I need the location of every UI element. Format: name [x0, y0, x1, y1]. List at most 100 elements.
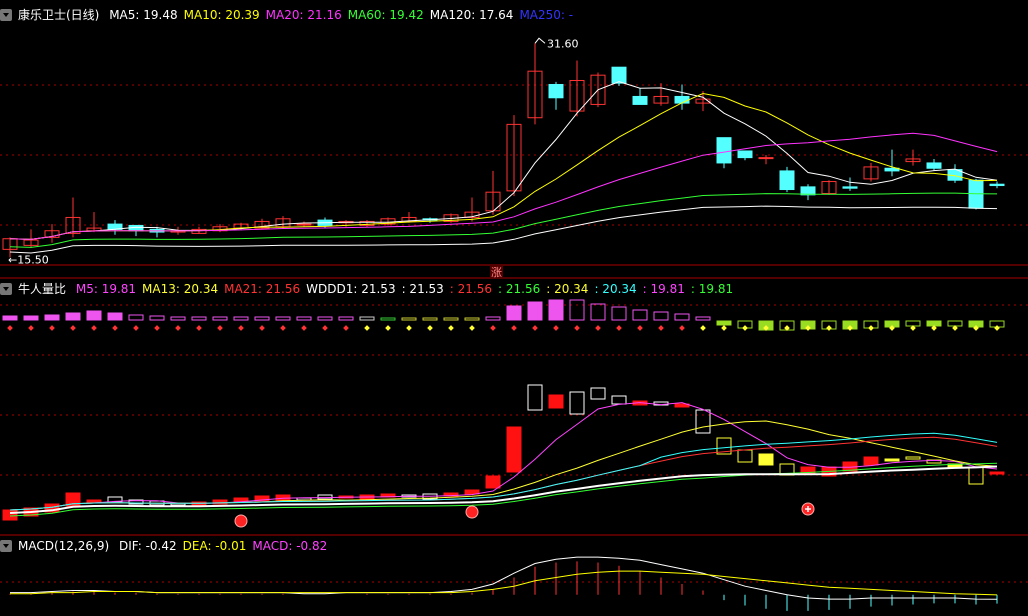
- strip-dot: [826, 325, 832, 331]
- macd_legend-item: DIF: -0.42: [118, 539, 177, 553]
- strip-dot: [721, 325, 727, 331]
- indicator-candle: [485, 475, 501, 489]
- strip-dot: [133, 325, 139, 331]
- price-candle: [758, 157, 774, 160]
- price-candle: [632, 95, 648, 105]
- strip-dot: [469, 325, 475, 331]
- high-marker: [534, 37, 546, 44]
- strip-bar-fill: [87, 311, 101, 320]
- indicator-candle: [275, 494, 291, 501]
- strip-dot: [742, 325, 748, 331]
- macd-legend: MACD(12,26,9) DIF: -0.42 DEA: -0.01 MACD: …: [0, 537, 339, 555]
- macd-name: MACD(12,26,9): [18, 539, 110, 553]
- vol_legend-item: : 21.53: [401, 282, 444, 296]
- strip-bar: [401, 317, 417, 321]
- indicator-candle: [506, 426, 522, 473]
- price-candle: [611, 66, 627, 84]
- strip-dot: [91, 325, 97, 331]
- cyan-line: [9, 432, 998, 511]
- strip-dot: [196, 325, 202, 331]
- strip-bar-fill: [3, 316, 17, 320]
- strip-bar: [317, 316, 333, 321]
- strip-dot: [490, 325, 496, 331]
- strip-bar-fill: [45, 315, 59, 320]
- strip-dot: [7, 325, 13, 331]
- strip-bar: [590, 303, 606, 321]
- macd_legend-item: MACD: -0.82: [252, 539, 328, 553]
- price-candle: [296, 223, 312, 226]
- vol_legend-item: : 20.34: [594, 282, 637, 296]
- price-candle: [989, 183, 1005, 187]
- strip-bar: [653, 311, 669, 321]
- strip-bar: [338, 316, 354, 321]
- strip-dot: [49, 325, 55, 331]
- strip-dot: [868, 325, 874, 331]
- vol_legend-item: : 21.56: [498, 282, 541, 296]
- strip-dot: [574, 325, 580, 331]
- vol_legend-item: M5: 19.81: [75, 282, 137, 296]
- indicator-candle: [905, 456, 921, 460]
- strip-bar: [380, 317, 396, 321]
- signal-ball-icon: [234, 514, 248, 528]
- dropdown-triangle-icon[interactable]: [0, 283, 12, 295]
- strip-dot: [994, 325, 1000, 331]
- strip-bar: [128, 314, 144, 321]
- indicator-name: 牛人量比: [18, 282, 67, 296]
- indicator-candle: [2, 509, 18, 521]
- strip-bar: [464, 317, 480, 321]
- m5-line: [9, 402, 998, 511]
- strip-dot: [385, 325, 391, 331]
- strip-dot: [616, 325, 622, 331]
- vol_legend-item: WDDD1: 21.53: [306, 282, 396, 296]
- price-candle: [926, 162, 942, 169]
- strip-dot: [175, 325, 181, 331]
- strip-bar: [359, 316, 375, 321]
- strip-bar-fill: [66, 313, 80, 320]
- indicator-candle: [884, 458, 900, 462]
- strip-dot: [406, 325, 412, 331]
- strip-dot: [238, 325, 244, 331]
- strip-dot: [322, 325, 328, 331]
- price-candle: [842, 186, 858, 189]
- strip-bar: [611, 306, 627, 321]
- strip-bar: [296, 316, 312, 321]
- price-candle: [674, 95, 690, 104]
- volume-ratio-values: M5: 19.81 MA13: 20.34 MA21: 21.56 WDDD1: 21…: [76, 282, 739, 296]
- strip-dot: [637, 325, 643, 331]
- vol_legend-item: : 19.81: [642, 282, 685, 296]
- high-label: 31.60: [547, 37, 579, 50]
- indicator-candle: [317, 494, 333, 500]
- indicator-candle: [968, 466, 984, 485]
- indicator-candle: [863, 456, 879, 466]
- vol_legend-item: : 21.56: [449, 282, 493, 296]
- stock-chart[interactable]: 31.60 ←15.50 涨: [0, 0, 1028, 616]
- strip-dot: [343, 325, 349, 331]
- macd-values: DIF: -0.42 DEA: -0.01 MACD: -0.82: [119, 539, 333, 553]
- main_legend-item: MA20: 21.16: [265, 8, 342, 22]
- dropdown-triangle-icon[interactable]: [0, 540, 12, 552]
- stock-name: 康乐卫士(日线): [18, 8, 100, 22]
- strip-bar: [149, 315, 165, 321]
- strip-dot: [280, 325, 286, 331]
- indicator-candle: [737, 449, 753, 463]
- strip-bar: [674, 313, 690, 321]
- strip-dot: [511, 325, 517, 331]
- indicator-candle: [548, 394, 564, 409]
- strip-dot: [112, 325, 118, 331]
- strip-dot: [700, 325, 706, 331]
- price-legend: 康乐卫士(日线) MA5: 19.48 MA10: 20.39 MA20: 21.1…: [0, 6, 585, 24]
- indicator-candle: [611, 395, 627, 405]
- strip-dot: [448, 325, 454, 331]
- strip-bar-fill: [24, 316, 38, 320]
- ma60-line: [9, 192, 998, 248]
- price-candle: [779, 170, 795, 191]
- indicator-candle: [527, 384, 543, 411]
- volume-ratio-legend: 牛人量比 M5: 19.81 MA13: 20.34 MA21: 21.56 WDDD…: [0, 280, 745, 298]
- indicator-candle: [86, 499, 102, 503]
- strip-dot: [679, 325, 685, 331]
- strip-bar-fill: [507, 306, 521, 320]
- strip-dot: [259, 325, 265, 331]
- dropdown-triangle-icon[interactable]: [0, 9, 12, 21]
- strip-bar: [443, 317, 459, 321]
- indicator-candle: [695, 409, 711, 434]
